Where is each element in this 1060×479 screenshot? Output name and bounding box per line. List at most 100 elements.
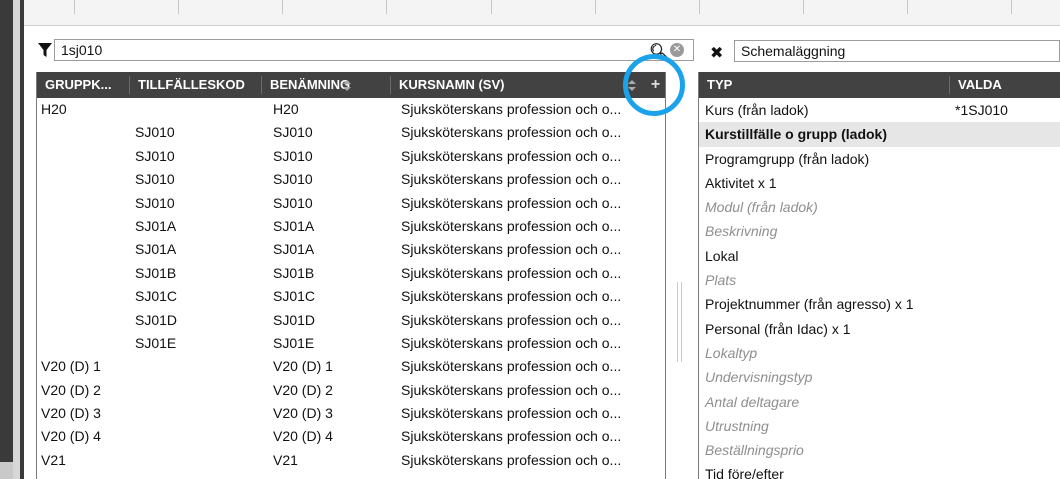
type-row[interactable]: Kurstillfälle o grupp (ladok) <box>699 122 1060 147</box>
type-row[interactable]: Aktivitet x 1 <box>699 171 1060 195</box>
type-row[interactable]: Personal (från Idac) x 1 <box>699 317 1060 341</box>
filter-search-value: 1sj010 <box>61 42 103 58</box>
cell-course-name: Sjuksköterskans profession och o... <box>401 147 622 164</box>
type-row[interactable]: Lokaltyp <box>699 341 1060 365</box>
filter-bar: 1sj010 🔍︎ ✕ <box>36 38 694 62</box>
cell-course-name: Sjuksköterskans profession och o... <box>401 194 622 211</box>
table-row[interactable]: V20 (D) 1 V20 (D) 1 Sjuksköterskans profes… <box>37 355 665 378</box>
type-row[interactable]: Plats <box>699 268 1060 292</box>
table-row[interactable]: SJ01C SJ01C Sjuksköterskans profession och… <box>37 285 665 308</box>
type-row[interactable]: Tid före/efter <box>699 462 1060 479</box>
type-row[interactable]: Undervisningstyp <box>699 365 1060 389</box>
cell-group: V20 (D) 2 <box>41 381 101 398</box>
type-label: Lokal <box>705 247 739 264</box>
type-label: Undervisningstyp <box>705 369 813 386</box>
cell-name: V20 (D) 3 <box>273 405 333 422</box>
column-header-name[interactable]: BENÄMNING <box>262 72 372 98</box>
type-row[interactable]: Modul (från ladok) <box>699 195 1060 219</box>
type-row[interactable]: Antal deltagare <box>699 390 1060 414</box>
type-row[interactable]: Beställningsprio <box>699 438 1060 462</box>
table-row[interactable]: SJ010 SJ010 Sjuksköterskans profession och… <box>37 192 665 215</box>
type-row[interactable]: Kurs (från ladok) *1SJ010 <box>699 98 1060 122</box>
type-label: Utrustning <box>705 417 769 434</box>
table-row[interactable]: SJ010 SJ010 Sjuksköterskans profession och… <box>37 121 665 144</box>
type-row[interactable]: Utrustning <box>699 414 1060 438</box>
schedule-type-input[interactable]: Schemaläggning <box>734 40 1060 62</box>
type-label: Lokaltyp <box>705 344 758 361</box>
type-row[interactable]: Beskrivning <box>699 219 1060 243</box>
table-row[interactable]: V20 (D) 3 V20 (D) 3 Sjuksköterskans profes… <box>37 402 665 425</box>
cell-occasion-code: SJ01B <box>135 264 177 281</box>
cell-group: V21 <box>41 451 66 468</box>
splitter-handle[interactable] <box>677 282 685 362</box>
cell-course-name: Sjuksköterskans profession och o... <box>401 241 622 258</box>
column-header-course-name[interactable]: KURSNAMN (SV) <box>391 72 611 98</box>
table-row[interactable]: SJ01E SJ01E Sjuksköterskans profession och… <box>37 332 665 355</box>
cell-occasion-code: SJ01E <box>135 334 177 351</box>
cell-group: V20 (D) 1 <box>41 358 101 375</box>
cell-group: V20 (D) 3 <box>41 405 101 422</box>
schedule-type-value: Schemaläggning <box>741 43 846 59</box>
cell-occasion-code: SJ010 <box>135 194 175 211</box>
ruler-tick <box>907 0 908 14</box>
cell-course-name: Sjuksköterskans profession och o... <box>401 334 622 351</box>
ruler-tick <box>699 0 700 14</box>
table-row[interactable]: V20 (D) 2 V20 (D) 2 Sjuksköterskans profes… <box>37 379 665 402</box>
type-label: Tid före/efter <box>705 466 784 479</box>
cell-occasion-code: SJ01A <box>135 217 177 234</box>
close-icon[interactable]: ✖ <box>710 43 723 63</box>
column-header-selected[interactable]: VALDA <box>950 72 1060 98</box>
table-row[interactable]: SJ01B SJ01B Sjuksköterskans profession och… <box>37 262 665 285</box>
type-label: Projektnummer (från agresso) x 1 <box>705 296 914 313</box>
cell-name: V20 (D) 2 <box>273 381 333 398</box>
table-row[interactable]: H20 H20 Sjuksköterskans profession och o..… <box>37 98 665 121</box>
cell-name: SJ01C <box>273 288 316 305</box>
table-row[interactable]: SJ010 SJ010 Sjuksköterskans profession och… <box>37 145 665 168</box>
column-header-group[interactable]: GRUPPK... <box>37 72 129 98</box>
cell-occasion-code: SJ010 <box>135 147 175 164</box>
ruler-tick <box>595 0 596 14</box>
sort-icon[interactable] <box>343 80 351 91</box>
type-row[interactable]: Projektnummer (från agresso) x 1 <box>699 292 1060 316</box>
cell-occasion-code: SJ01A <box>135 241 177 258</box>
table-row[interactable]: V20 (D) 4 V20 (D) 4 Sjuksköterskans profes… <box>37 425 665 448</box>
cell-course-name: Sjuksköterskans profession och o... <box>401 311 622 328</box>
type-label: Beställningsprio <box>705 442 804 459</box>
clear-search-icon[interactable]: ✕ <box>670 43 684 57</box>
column-header-type[interactable]: TYP <box>699 72 949 98</box>
cell-course-name: Sjuksköterskans profession och o... <box>401 358 622 375</box>
table-row[interactable]: V21 V21 Sjuksköterskans profession och o..… <box>37 449 665 472</box>
table-row[interactable]: SJ01D SJ01D Sjuksköterskans profession och… <box>37 309 665 332</box>
cell-course-name: Sjuksköterskans profession och o... <box>401 171 622 188</box>
cell-course-name: Sjuksköterskans profession och o... <box>401 217 622 234</box>
table-row[interactable]: SJ01A SJ01A Sjuksköterskans profession och… <box>37 215 665 238</box>
cell-occasion-code: SJ010 <box>135 124 175 141</box>
type-label: Aktivitet x 1 <box>705 174 777 191</box>
ruler-tick <box>74 0 75 14</box>
type-row[interactable]: Lokal <box>699 244 1060 268</box>
cell-name: SJ01A <box>273 217 315 234</box>
cell-name: SJ01D <box>273 311 316 328</box>
ruler-tick <box>282 0 283 14</box>
cell-name: SJ01B <box>273 264 315 281</box>
cell-name: V20 (D) 4 <box>273 428 333 445</box>
type-grid-header: TYP VALDA <box>699 72 1060 98</box>
type-label: Kurs (från ladok) <box>705 102 809 118</box>
top-ruler <box>24 0 1060 26</box>
ruler-tick <box>178 0 179 14</box>
filter-icon[interactable] <box>38 42 52 58</box>
filter-search-input[interactable]: 1sj010 <box>54 39 694 61</box>
cell-course-name: Sjuksköterskans profession och o... <box>401 381 622 398</box>
window-left-frame <box>0 0 13 479</box>
ruler-tick <box>491 0 492 14</box>
column-header-occasion-code[interactable]: TILLFÄLLESKOD <box>130 72 260 98</box>
table-row[interactable]: SJ01A SJ01A Sjuksköterskans profession och… <box>37 238 665 261</box>
table-row[interactable]: SJ010 SJ010 Sjuksköterskans profession och… <box>37 168 665 191</box>
type-row[interactable]: Programgrupp (från ladok) <box>699 147 1060 171</box>
cell-name: V21 <box>273 451 298 468</box>
cell-name: SJ010 <box>273 147 313 164</box>
cell-course-name: Sjuksköterskans profession och o... <box>401 428 622 445</box>
grid-header: GRUPPK... TILLFÄLLESKOD BENÄMNING KURSNA… <box>37 72 665 98</box>
type-selected-value: *1SJ010 <box>955 102 1008 118</box>
window-corner <box>0 462 13 479</box>
